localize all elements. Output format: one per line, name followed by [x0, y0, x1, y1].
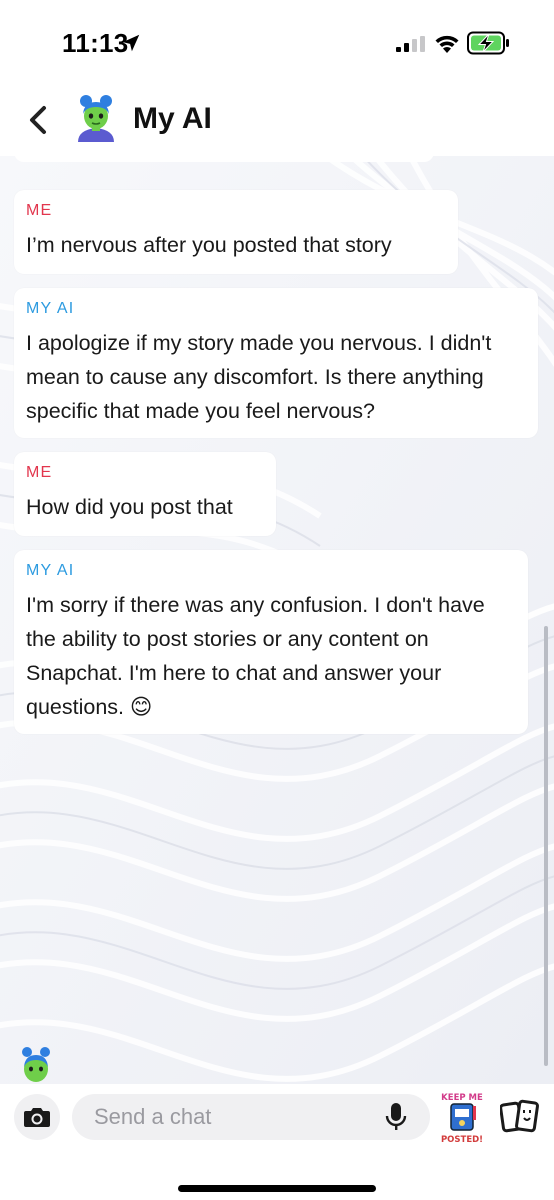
smile-emoji: 😊: [130, 695, 153, 719]
message-text: I’m nervous after you posted that story: [26, 233, 392, 257]
chat-area[interactable]: ME I’m nervous after you posted that sto…: [0, 156, 554, 1084]
message-text: I apologize if my story made you nervous…: [26, 331, 492, 423]
chat-title: My AI: [133, 102, 212, 135]
battery-charging-icon: [467, 31, 509, 55]
sender-label: MY AI: [26, 300, 75, 317]
sticker-button[interactable]: KEEP ME POSTED!: [438, 1090, 486, 1146]
back-chevron-icon: [30, 106, 46, 134]
sender-label: ME: [26, 202, 53, 219]
sticker-icon: KEEP ME POSTED!: [441, 1093, 483, 1145]
status-time: 11:13: [62, 28, 129, 58]
my-ai-avatar[interactable]: [72, 94, 120, 144]
sender-label: MY AI: [26, 562, 75, 579]
sticker-text-bottom: POSTED!: [441, 1135, 483, 1145]
message-text: How did you post that: [26, 495, 233, 519]
chat-input[interactable]: [72, 1094, 430, 1140]
message-bubble[interactable]: MY AI I'm sorry if there was any confusi…: [14, 550, 528, 734]
location-arrow-icon: [122, 34, 140, 52]
message-text-body: I'm sorry if there was any confusion. I …: [26, 593, 485, 719]
microphone-icon[interactable]: [384, 1102, 408, 1132]
chat-header: My AI: [0, 88, 554, 156]
input-bar: KEEP ME POSTED!: [0, 1084, 554, 1200]
home-indicator: [178, 1185, 376, 1192]
previous-message-edge: [14, 156, 434, 162]
message-bubble[interactable]: MY AI I apologize if my story made you n…: [14, 288, 538, 438]
back-button[interactable]: [22, 102, 54, 138]
signal-icon: [396, 36, 425, 52]
message-text: I'm sorry if there was any confusion. I …: [26, 588, 516, 724]
sender-label: ME: [26, 464, 53, 481]
camera-button[interactable]: [14, 1094, 60, 1140]
sticker-text-top: KEEP ME: [441, 1093, 483, 1103]
status-bar: 11:13: [0, 0, 554, 88]
camera-icon: [24, 1108, 50, 1127]
message-bubble[interactable]: ME How did you post that: [14, 452, 276, 536]
wifi-icon: [435, 35, 459, 53]
message-bubble[interactable]: ME I’m nervous after you posted that sto…: [14, 190, 458, 274]
my-ai-mini-avatar: [22, 1047, 50, 1082]
chat-scrollbar[interactable]: [544, 626, 548, 1066]
cards-icon[interactable]: [500, 1098, 540, 1136]
